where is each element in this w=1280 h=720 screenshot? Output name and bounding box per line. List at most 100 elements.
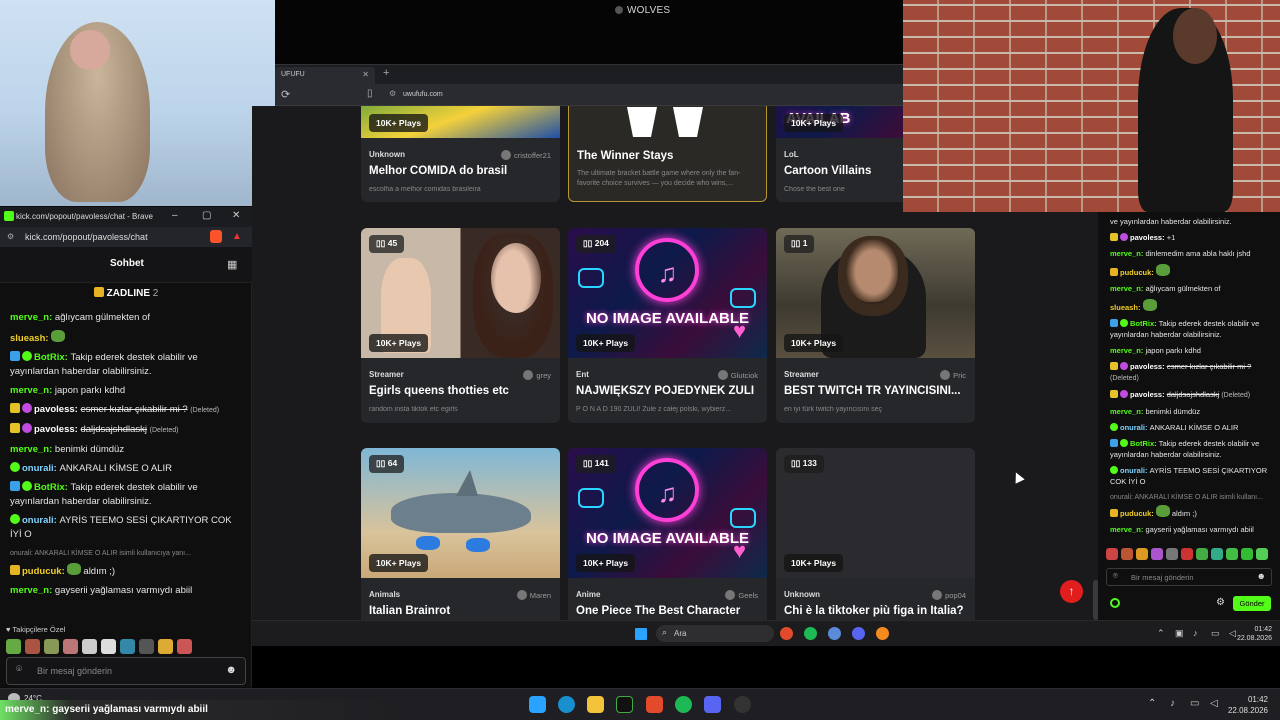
card-best-twitch-tr[interactable]: ▯▯ 1 10K+ Plays Streamer Pric BEST TWİTC… [776, 228, 975, 423]
chat-username[interactable]: BotRix [34, 482, 65, 493]
card-melhor-comida[interactable]: 10K+ Plays Unknown cristoffer21 Melhor C… [361, 106, 560, 202]
url-field[interactable]: uwufufu.com [403, 91, 443, 98]
right-chat-input[interactable]: ⌾ Bir mesaj gönderin ☻ [1106, 568, 1272, 586]
card-one-piece[interactable]: ♥ ♫ NO IMAGE AVAILABLE ▯▯ 141 10K+ Plays… [568, 448, 767, 620]
start-icon[interactable] [529, 696, 546, 713]
chat-username[interactable]: slueash [1110, 303, 1138, 312]
emote[interactable] [1151, 548, 1163, 560]
start-icon[interactable] [635, 628, 647, 640]
minimize-icon[interactable]: – [172, 210, 178, 221]
chat-username[interactable]: merve_n [10, 585, 49, 596]
emote[interactable] [63, 639, 78, 654]
app-icon[interactable] [876, 627, 889, 640]
close-tab-icon[interactable]: ✕ [362, 70, 369, 79]
emote[interactable] [1121, 548, 1133, 560]
chat-username[interactable]: merve_n [1110, 525, 1141, 534]
browser-tab[interactable]: UFUFU ✕ [275, 67, 375, 85]
app-icon[interactable] [734, 696, 751, 713]
chat-username[interactable]: puducuk [1120, 268, 1151, 277]
emoji-icon[interactable]: ☻ [225, 664, 237, 676]
chevron-up-icon[interactable]: ⌃ [1157, 628, 1165, 639]
emote[interactable] [1211, 548, 1223, 560]
emote[interactable] [1241, 548, 1253, 560]
close-icon[interactable]: ✕ [232, 210, 240, 221]
users-icon[interactable]: ▦ [227, 258, 237, 271]
chat-username[interactable]: merve_n [10, 385, 49, 396]
chat-username[interactable]: BotRix [34, 352, 65, 363]
emote[interactable] [1181, 548, 1193, 560]
chat-username[interactable]: pavoless [34, 424, 75, 435]
outer-clock[interactable]: 01:42 22.08.2026 [1228, 694, 1268, 716]
app-icon[interactable] [616, 696, 633, 713]
chat-username[interactable]: puducuk [1120, 509, 1151, 518]
emote[interactable] [6, 639, 21, 654]
chat-username[interactable]: pavoless [1130, 390, 1162, 399]
card-winner-stays[interactable]: The Winner Stays The ultimate bracket ba… [568, 106, 767, 202]
spotify-icon[interactable] [675, 696, 692, 713]
chat-username[interactable]: BotRix [1130, 319, 1154, 328]
emote[interactable] [1196, 548, 1208, 560]
emote[interactable] [1226, 548, 1238, 560]
chat-username[interactable]: merve_n [1110, 407, 1141, 416]
maximize-icon[interactable]: ▢ [202, 210, 211, 221]
emote[interactable] [25, 639, 40, 654]
scroll-to-top-button[interactable]: ↑ [1060, 580, 1083, 603]
brave-shield-icon[interactable] [210, 230, 222, 243]
volume-icon[interactable]: ◁ [1210, 698, 1218, 709]
emote[interactable] [139, 639, 154, 654]
taskbar-search[interactable]: ⌕ Ara [656, 625, 774, 642]
bookmark-icon[interactable]: ▯ [367, 88, 373, 99]
chat-username[interactable]: pavoless [34, 404, 75, 415]
chat-username[interactable]: merve_n [1110, 284, 1141, 293]
left-chat-input[interactable]: ⌾ Bir mesaj gönderin ☻ [6, 657, 246, 685]
emote[interactable] [1106, 548, 1118, 560]
brave-icon[interactable] [780, 627, 793, 640]
emote[interactable] [177, 639, 192, 654]
discord-icon[interactable] [704, 696, 721, 713]
chat-username[interactable]: merve_n [1110, 249, 1141, 258]
chat-username[interactable]: merve_n [10, 312, 49, 323]
chat-url[interactable]: kick.com/popout/pavoless/chat [25, 232, 148, 242]
card-tiktoker-italia[interactable]: ▯▯ 133 10K+ Plays Unknown pop04 Chi è la… [776, 448, 975, 620]
emote[interactable] [120, 639, 135, 654]
site-info-icon[interactable]: ⚙ [7, 232, 14, 241]
edge-icon[interactable] [558, 696, 575, 713]
network-icon[interactable]: ▭ [1211, 628, 1220, 639]
chat-username[interactable]: merve_n [1110, 346, 1141, 355]
chat-username[interactable]: onurali [1120, 466, 1145, 475]
volume-icon[interactable]: ◁ [1229, 628, 1236, 639]
emote[interactable] [158, 639, 173, 654]
chat-username[interactable]: pavoless [1130, 362, 1162, 371]
app-icon[interactable] [828, 627, 841, 640]
discord-icon[interactable] [852, 627, 865, 640]
card-egirls[interactable]: ▯▯ 45 10K+ Plays Streamer grey Egirls qu… [361, 228, 560, 423]
chevron-up-icon[interactable]: ⌃ [1148, 698, 1156, 709]
emote[interactable] [101, 639, 116, 654]
emoji-icon[interactable]: ☻ [1257, 571, 1266, 581]
send-button[interactable]: Gönder [1233, 596, 1271, 611]
card-najwiekszy[interactable]: ♥ ♫ NO IMAGE AVAILABLE ▯▯ 204 10K+ Plays… [568, 228, 767, 423]
emote[interactable] [1256, 548, 1268, 560]
inner-clock[interactable]: 01:42 22.08.2026 [1237, 625, 1272, 643]
kick-icon[interactable] [1110, 598, 1120, 608]
mic-icon[interactable]: ♪ [1170, 698, 1175, 709]
chat-username[interactable]: slueash [10, 333, 45, 344]
emote[interactable] [1166, 548, 1178, 560]
chat-username[interactable]: BotRix [1130, 439, 1154, 448]
emote[interactable] [44, 639, 59, 654]
site-info-icon[interactable]: ⚙ [389, 89, 396, 98]
new-tab-button[interactable]: + [383, 67, 389, 79]
chat-username[interactable]: onurali [22, 515, 54, 526]
brave-rewards-icon[interactable]: ▲ [232, 231, 242, 242]
chat-username[interactable]: onurali [22, 463, 54, 474]
card-italian-brainrot[interactable]: ▯▯ 64 10K+ Plays Animals Maren Italian B… [361, 448, 560, 620]
emote[interactable] [1136, 548, 1148, 560]
brave-icon[interactable] [646, 696, 663, 713]
chat-username[interactable]: onurali [1120, 423, 1145, 432]
mic-icon[interactable]: ♪ [1193, 628, 1198, 638]
tray-icon[interactable]: ▣ [1175, 628, 1184, 639]
file-explorer-icon[interactable] [587, 696, 604, 713]
reload-icon[interactable]: ⟳ [281, 88, 290, 101]
gear-icon[interactable]: ⚙ [1216, 597, 1225, 608]
spotify-icon[interactable] [804, 627, 817, 640]
